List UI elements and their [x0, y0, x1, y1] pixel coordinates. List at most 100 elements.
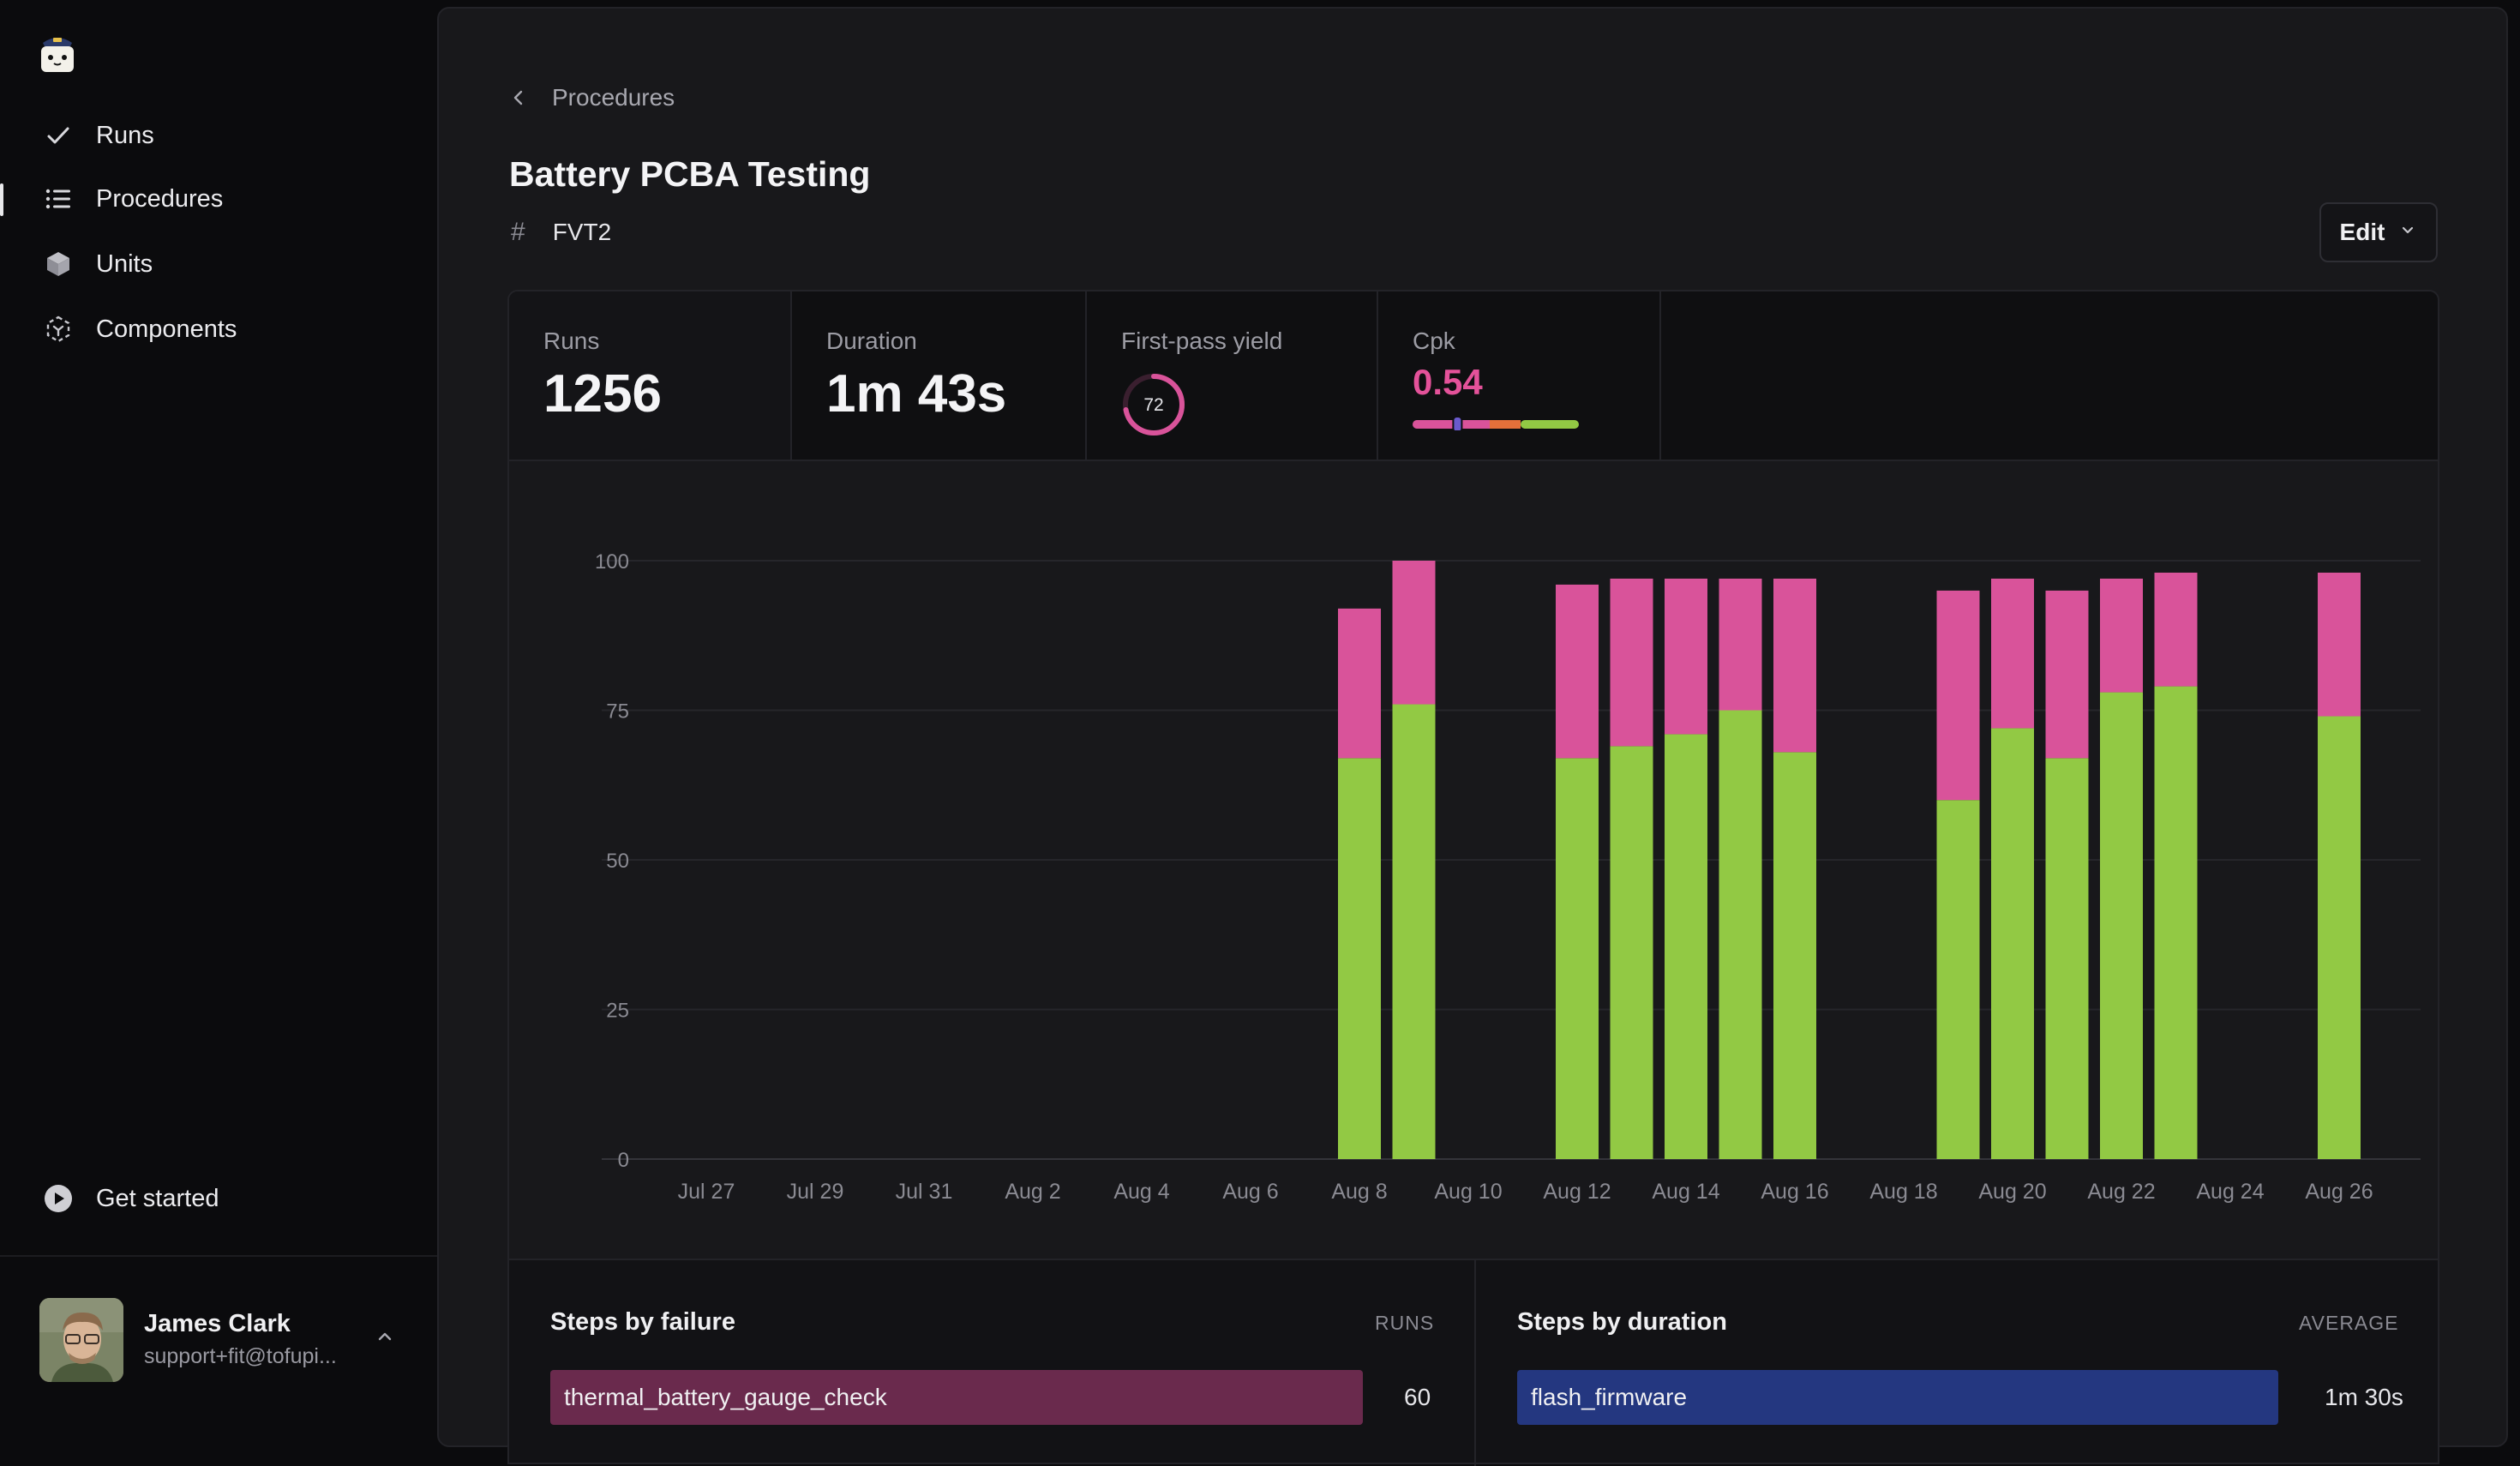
- bar-pass: [1719, 710, 1762, 1159]
- edit-button[interactable]: Edit: [2319, 202, 2438, 262]
- bar-fail: [2100, 578, 2143, 693]
- bar-pass: [2318, 716, 2361, 1159]
- sidebar-item-runs[interactable]: Runs: [0, 108, 437, 163]
- chevron-up-icon[interactable]: [372, 1324, 398, 1349]
- chevron-left-icon: [507, 87, 530, 109]
- bar-pass: [2100, 692, 2143, 1159]
- bar-pass: [1773, 752, 1816, 1159]
- x-tick-label: Aug 8: [1331, 1180, 1387, 1204]
- x-tick-label: Aug 10: [1434, 1180, 1502, 1204]
- user-email: support+fit@tofupi...: [144, 1344, 337, 1368]
- stat-cpk[interactable]: Cpk 0.54: [1378, 291, 1661, 460]
- user-name: James Clark: [144, 1310, 291, 1337]
- steps-by-failure-card: Steps by failure RUNS thermal_battery_ga…: [509, 1260, 1474, 1466]
- edit-button-label: Edit: [2339, 219, 2385, 245]
- runs-column-header: RUNS: [1375, 1312, 1435, 1334]
- bar-fail: [1991, 578, 2034, 729]
- y-tick-label: 50: [606, 850, 629, 873]
- x-tick-label: Jul 31: [896, 1180, 953, 1204]
- stat-duration[interactable]: Duration 1m 43s: [792, 291, 1087, 460]
- failure-step-runs: 60: [1404, 1384, 1431, 1410]
- cpk-gauge: [1413, 417, 1579, 430]
- cube-icon: [41, 247, 75, 281]
- bar-pass: [1338, 758, 1381, 1159]
- failure-step-row[interactable]: thermal_battery_gauge_check: [550, 1370, 1363, 1425]
- stat-label: Runs: [543, 327, 600, 354]
- stat-label: First-pass yield: [1121, 327, 1283, 354]
- x-tick-label: Aug 12: [1543, 1180, 1611, 1204]
- bar-fail: [1556, 584, 1599, 759]
- yield-value: 72: [1143, 395, 1163, 415]
- bar-fail: [2045, 590, 2089, 759]
- bar-fail: [1610, 578, 1653, 747]
- procedure-tag-label: FVT2: [552, 219, 612, 245]
- sidebar-item-units[interactable]: Units: [0, 237, 437, 291]
- tofupilot-logo-icon[interactable]: [36, 31, 79, 75]
- x-tick-label: Aug 4: [1113, 1180, 1169, 1204]
- sidebar-item-label: Components: [96, 315, 237, 343]
- bar-fail: [1665, 578, 1707, 735]
- y-tick-label: 25: [606, 1000, 629, 1023]
- steps-by-failure-title: Steps by failure: [550, 1308, 735, 1336]
- stat-value: 1m 43s: [826, 364, 1007, 424]
- sidebar: Runs Procedures Units Components Get sta…: [0, 0, 437, 1423]
- sidebar-item-components[interactable]: Components: [0, 302, 437, 357]
- y-tick-label: 0: [618, 1149, 629, 1172]
- page-title: Battery PCBA Testing: [509, 154, 871, 194]
- hash-icon: #: [511, 218, 525, 246]
- procedure-tag: # FVT2: [511, 218, 611, 247]
- bar-fail: [2318, 572, 2361, 717]
- average-column-header: AVERAGE: [2299, 1312, 2399, 1334]
- y-tick-label: 75: [606, 700, 629, 724]
- steps-summary: Steps by failure RUNS thermal_battery_ga…: [507, 1259, 2439, 1466]
- runs-chart: 0 25 50 75 100 Jul 27 Jul 29 Jul 31 Aug 2 Aug 4 Au…: [507, 461, 2439, 1259]
- y-tick-label: 100: [595, 550, 629, 574]
- x-tick-label: Jul 29: [787, 1180, 844, 1204]
- x-tick-label: Aug 6: [1222, 1180, 1278, 1204]
- breadcrumb-label: Procedures: [552, 84, 675, 111]
- bar-pass: [1991, 728, 2034, 1159]
- stat-label: Cpk: [1413, 327, 1455, 354]
- sidebar-item-procedures[interactable]: Procedures: [0, 171, 437, 226]
- stat-runs[interactable]: Runs 1256: [509, 291, 792, 460]
- duration-step-average: 1m 30s: [2325, 1384, 2403, 1410]
- x-tick-label: Aug 20: [1978, 1180, 2046, 1204]
- chevron-down-icon: [2398, 221, 2417, 244]
- x-tick-label: Aug 18: [1869, 1180, 1937, 1204]
- sidebar-item-label: Units: [96, 249, 153, 278]
- bar-pass: [1392, 704, 1436, 1159]
- get-started-link[interactable]: Get started: [0, 1171, 437, 1226]
- breadcrumb-back-link[interactable]: Procedures: [507, 84, 675, 111]
- main-panel: Procedures Battery PCBA Testing # FVT2 E…: [437, 7, 2508, 1466]
- bar-pass: [1936, 800, 1980, 1159]
- stat-label: Duration: [826, 327, 917, 354]
- stat-first-pass-yield[interactable]: First-pass yield 72: [1087, 291, 1378, 460]
- failure-step-name: thermal_battery_gauge_check: [564, 1384, 887, 1410]
- steps-by-duration-card: Steps by duration AVERAGE flash_firmware…: [1476, 1260, 2438, 1466]
- runs-bar-chart: 0 25 50 75 100 Jul 27 Jul 29 Jul 31 Aug 2 Aug 4 Au…: [595, 550, 2421, 1204]
- bar-fail: [1936, 590, 1980, 801]
- cpk-value: 0.54: [1413, 362, 1483, 402]
- duration-step-row[interactable]: flash_firmware: [1517, 1370, 2278, 1425]
- get-started-label: Get started: [96, 1184, 219, 1212]
- stat-value: 1256: [543, 364, 662, 424]
- x-tick-label: Jul 27: [678, 1180, 735, 1204]
- x-tick-label: Aug 16: [1761, 1180, 1828, 1204]
- steps-by-duration-title: Steps by duration: [1517, 1308, 1727, 1336]
- bar-pass: [2045, 758, 2089, 1159]
- x-tick-label: Aug 24: [2196, 1180, 2264, 1204]
- x-tick-label: Aug 22: [2087, 1180, 2155, 1204]
- x-tick-label: Aug 26: [2305, 1180, 2373, 1204]
- x-tick-label: Aug 14: [1652, 1180, 1719, 1204]
- bar-fail: [1773, 578, 1816, 753]
- user-menu[interactable]: James Clark support+fit@tofupi...: [39, 1298, 408, 1384]
- bar-pass: [1610, 746, 1653, 1159]
- bar-pass: [2154, 686, 2198, 1159]
- check-icon: [41, 118, 75, 153]
- bar-fail: [1338, 608, 1381, 759]
- sidebar-divider: [0, 1255, 437, 1257]
- bar-pass: [1665, 734, 1707, 1159]
- bar-fail: [2154, 572, 2198, 687]
- sidebar-item-label: Runs: [96, 121, 154, 149]
- bar-fail: [1719, 578, 1762, 711]
